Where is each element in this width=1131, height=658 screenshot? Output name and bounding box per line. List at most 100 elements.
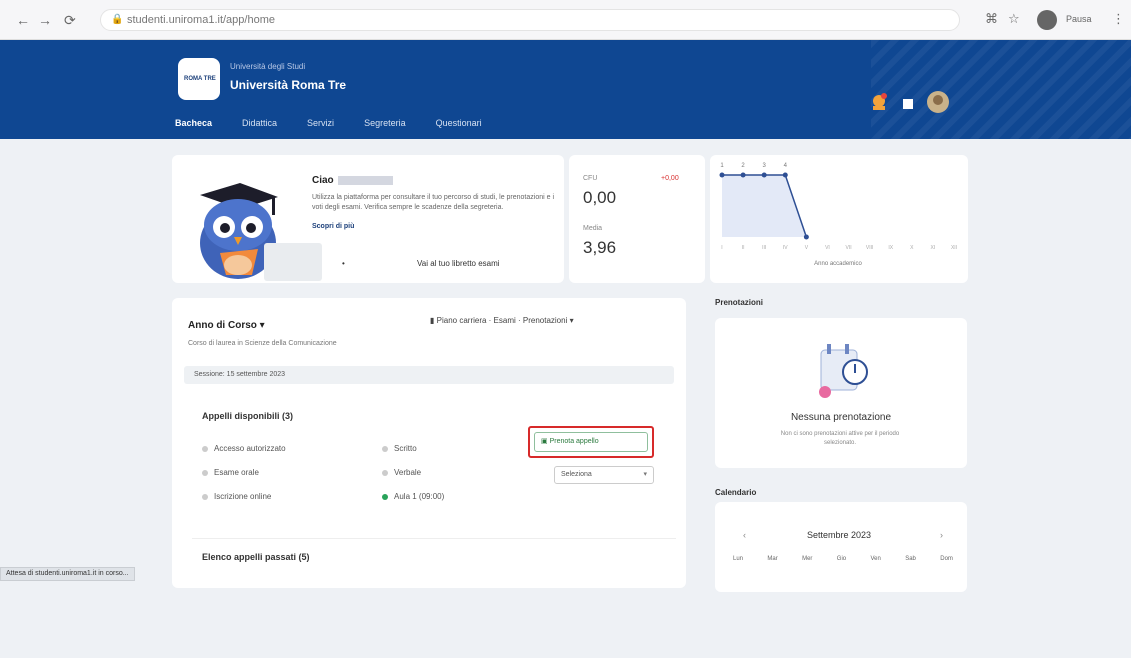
header-pattern — [871, 40, 1131, 139]
course-title[interactable]: Anno di Corso ▾ — [188, 320, 265, 331]
status-dot-icon — [382, 469, 388, 476]
section-title: Appelli disponibili (3) — [202, 411, 293, 421]
arrow-left-icon[interactable]: ← — [16, 12, 30, 28]
status-dot-icon — [382, 445, 388, 452]
session-date-bar: Sessione: 15 settembre 2023 — [184, 366, 674, 384]
prenota-button-highlight: ▣ Prenota appello — [528, 426, 654, 458]
chart-point[interactable] — [782, 172, 788, 178]
university-logo[interactable]: ROMA TRE — [178, 58, 220, 100]
calendar-card: ‹ Settembre 2023 › Lun Mar Mer Gio Ven S… — [715, 502, 967, 592]
nav-bacheca[interactable]: Bacheca — [175, 118, 212, 134]
stats-card: CFU 0,00 +0,00 Media 3,96 — [569, 155, 705, 283]
welcome-link[interactable]: Scopri di più — [312, 223, 354, 230]
chart-card: 1 2 3 4 I II III IV V VI VII VIII IX X XI XII Anno accad… — [710, 155, 968, 283]
calendar-title: Calendario — [715, 488, 757, 497]
translate-icon[interactable]: ⌘ — [985, 11, 998, 27]
section-title: Elenco appelli passati (5) — [202, 552, 310, 562]
chart-x-label: Anno accademico — [814, 261, 862, 267]
chart-point-label: 2 — [741, 163, 745, 169]
profile-avatar-icon[interactable] — [1037, 10, 1057, 30]
appelli-passati-section: Elenco appelli passati (5) — [192, 538, 676, 658]
browser-toolbar: ← → ⟳ 🔒 studenti.uniroma1.it/app/home ⌘ … — [0, 0, 1131, 40]
chart-x-tick: V — [805, 245, 809, 251]
calendar-prev-icon[interactable]: ‹ — [743, 530, 746, 540]
nav-questionari[interactable]: Questionari — [436, 118, 482, 134]
calendar-month: Settembre 2023 — [807, 530, 872, 540]
calendar-next-icon[interactable]: › — [940, 530, 943, 540]
stat-value-cfu: 0,00 — [583, 188, 617, 207]
bell-icon[interactable] — [868, 92, 890, 114]
welcome-bullet: • — [342, 259, 345, 268]
prenotazioni-card: Nessuna prenotazione Non ci sono prenota… — [715, 318, 967, 468]
browser-status-bar: Attesa di studenti.uniroma1.it in corso.… — [0, 567, 135, 581]
status-dot-icon — [202, 445, 208, 452]
weekday: Gio — [836, 556, 847, 562]
kebab-menu-icon[interactable]: ⋮ — [1112, 11, 1125, 27]
chart-point[interactable] — [803, 234, 809, 240]
messages-icon[interactable] — [902, 98, 914, 110]
chart-x-tick: XI — [931, 245, 936, 251]
option-confirmed: Aula 1 (09:00) — [382, 492, 444, 501]
status-dot-icon — [202, 493, 208, 500]
check-dot-icon — [382, 493, 388, 500]
calendar-icon: ▣ — [541, 438, 548, 445]
chart-x-tick: VIII — [866, 245, 874, 251]
empty-state-desc: Non ci sono prenotazioni attive per il p… — [780, 431, 900, 446]
empty-calendar-icon — [819, 344, 868, 398]
chevron-down-icon: ▾ — [569, 316, 574, 325]
nav-segreteria[interactable]: Segreteria — [364, 118, 406, 134]
option-item: Iscrizione online — [202, 492, 271, 501]
option-item: Scritto — [382, 444, 417, 453]
course-subtitle: Corso di laurea in Scienze della Comunic… — [188, 340, 337, 347]
welcome-text: Utilizza la piattaforma per consultare i… — [312, 194, 555, 211]
star-icon[interactable]: ☆ — [1008, 11, 1020, 27]
chart-x-tick: XII — [951, 245, 957, 251]
calendar-weekdays: Lun Mar Mer Gio Ven Sab Dom — [733, 556, 953, 562]
weekday: Dom — [940, 556, 953, 562]
chart-x-tick: VI — [825, 245, 830, 251]
weekday: Ven — [870, 556, 881, 562]
course-card: Anno di Corso ▾ Corso di laurea in Scien… — [172, 298, 686, 588]
select-dropdown[interactable]: Seleziona — [554, 466, 654, 484]
chart-point[interactable] — [719, 172, 725, 178]
chart-x-tick: VII — [845, 245, 851, 251]
chart-point-label: 1 — [720, 163, 724, 169]
chart-point[interactable] — [761, 172, 767, 178]
chevron-down-icon: ▾ — [259, 320, 265, 331]
main-nav: Bacheca Didattica Servizi Segreteria Que… — [175, 118, 482, 134]
chart-area — [722, 175, 807, 237]
stat-value-media: 3,96 — [583, 238, 617, 257]
weekday: Sab — [905, 556, 916, 562]
welcome-action-link[interactable]: Vai al tuo libretto esami — [417, 259, 500, 268]
weekday: Mar — [767, 556, 778, 562]
chart-point-label: 4 — [784, 163, 788, 169]
prenotazioni-title: Prenotazioni — [715, 298, 764, 307]
laptop-illustration — [264, 243, 322, 281]
chart-point[interactable] — [740, 172, 746, 178]
chart-x-tick: III — [762, 245, 766, 251]
nav-servizi[interactable]: Servizi — [307, 118, 334, 134]
url-text: studenti.uniroma1.it/app/home — [127, 14, 275, 26]
status-dot-icon — [202, 469, 208, 476]
nav-didattica[interactable]: Didattica — [242, 118, 277, 134]
option-item: Verbale — [382, 468, 421, 477]
university-name: Università Roma Tre — [230, 78, 347, 92]
arrow-right-icon[interactable]: → — [38, 12, 52, 28]
career-links[interactable]: ▮ Piano carriera · Esami · Prenotazioni … — [430, 316, 574, 325]
user-avatar-icon[interactable] — [926, 90, 950, 114]
stat-badge: +0,00 — [661, 175, 679, 182]
weekday: Lun — [733, 556, 744, 562]
chart-x-tick: X — [910, 245, 914, 251]
prenota-button[interactable]: ▣ Prenota appello — [534, 432, 648, 452]
weekday: Mer — [802, 556, 813, 562]
lock-icon: 🔒 — [111, 14, 124, 25]
option-item: Accesso autorizzato — [202, 444, 286, 453]
chart-x-tick: IV — [783, 245, 788, 251]
site-header: ROMA TRE Università degli Studi Universi… — [0, 40, 1131, 139]
chart-x-tick: I — [721, 245, 722, 251]
address-bar[interactable]: 🔒 studenti.uniroma1.it/app/home — [100, 9, 960, 31]
welcome-card: Ciao Utilizza la piattaforma per consult… — [172, 155, 564, 283]
empty-state-title: Nessuna prenotazione — [790, 412, 892, 423]
profile-label[interactable]: Pausa — [1066, 14, 1092, 24]
reload-icon[interactable]: ⟳ — [64, 12, 76, 28]
